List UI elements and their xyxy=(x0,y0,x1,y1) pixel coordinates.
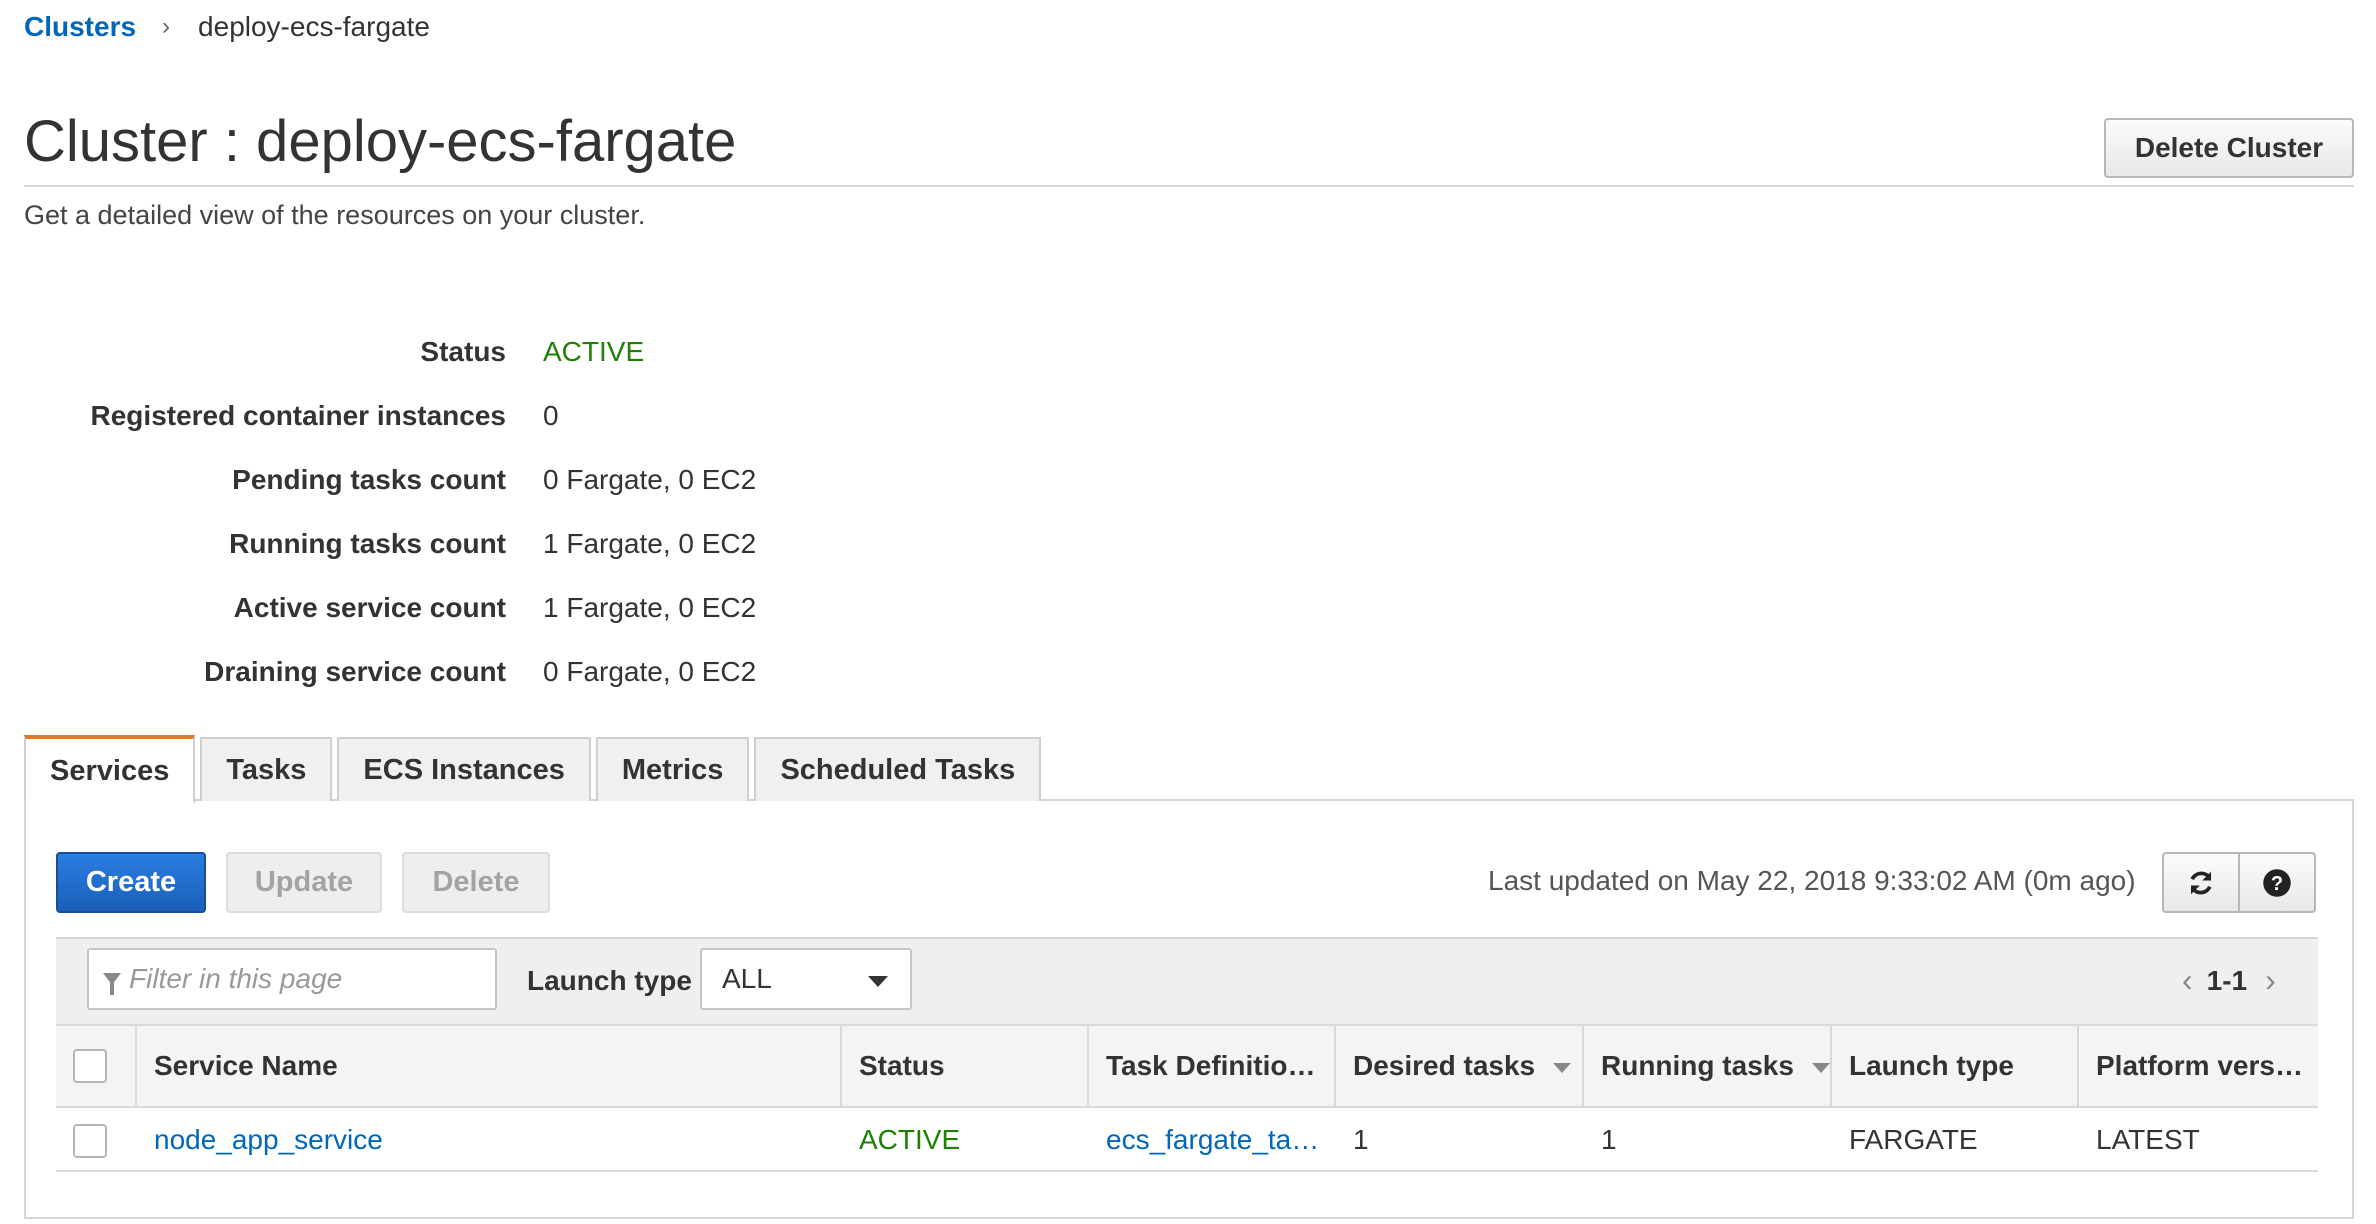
column-divider xyxy=(2077,1026,2079,1106)
page-title: Cluster : deploy-ecs-fargate xyxy=(24,109,737,174)
service-status: ACTIVE xyxy=(859,1124,961,1155)
breadcrumb-clusters-link[interactable]: Clusters xyxy=(24,11,136,43)
create-button[interactable]: Create xyxy=(56,852,206,913)
detail-value: 0 Fargate, 0 EC2 xyxy=(543,464,757,495)
header-launch-type[interactable]: Launch type xyxy=(1849,1024,2014,1108)
detail-row-draining-services: Draining service count 0 Fargate, 0 EC2 xyxy=(0,652,1000,692)
detail-value: 1 Fargate, 0 EC2 xyxy=(543,592,757,623)
cluster-tabs: Services Tasks ECS Instances Metrics Sch… xyxy=(24,735,1046,803)
detail-row-status: Status ACTIVE xyxy=(0,332,1000,372)
sort-down-icon xyxy=(1553,1063,1572,1073)
page-range: 1-1 xyxy=(2206,964,2248,996)
header-label: Running tasks xyxy=(1601,1050,1794,1081)
header-label: Desired tasks xyxy=(1353,1050,1536,1081)
update-button[interactable]: Update xyxy=(226,852,382,913)
column-divider xyxy=(1087,1026,1089,1106)
launch-type-select[interactable]: ALL xyxy=(700,948,912,1010)
detail-row-registered-instances: Registered container instances 0 xyxy=(0,396,1000,436)
detail-value: 0 xyxy=(543,400,559,431)
header-service-name[interactable]: Service Name xyxy=(154,1024,338,1108)
column-divider xyxy=(1582,1026,1584,1106)
breadcrumb: Clusters › deploy-ecs-fargate xyxy=(24,8,430,46)
row-checkbox[interactable] xyxy=(73,1124,107,1158)
refresh-button[interactable] xyxy=(2162,852,2240,913)
breadcrumb-current: deploy-ecs-fargate xyxy=(198,11,430,42)
platform-version-value: LATEST xyxy=(2096,1124,2200,1155)
last-updated-text: Last updated on May 22, 2018 9:33:02 AM … xyxy=(1488,865,2136,896)
column-divider xyxy=(1334,1026,1336,1106)
sort-down-icon xyxy=(1811,1063,1830,1073)
header-platform-version[interactable]: Platform vers… xyxy=(2096,1024,2303,1108)
tab-metrics[interactable]: Metrics xyxy=(595,737,750,801)
help-icon: ? xyxy=(2263,868,2291,897)
header-desired-tasks[interactable]: Desired tasks xyxy=(1353,1024,1572,1108)
detail-value: 0 Fargate, 0 EC2 xyxy=(543,656,757,687)
launch-type-label: Launch type xyxy=(527,965,692,996)
status-value: ACTIVE xyxy=(543,336,645,367)
chevron-right-icon[interactable]: › xyxy=(2265,962,2276,999)
detail-label: Pending tasks count xyxy=(232,464,506,495)
select-all-checkbox[interactable] xyxy=(73,1049,107,1083)
running-tasks-value: 1 xyxy=(1601,1124,1617,1155)
help-button[interactable]: ? xyxy=(2238,852,2316,913)
chevron-right-icon: › xyxy=(162,13,171,40)
page-subtitle: Get a detailed view of the resources on … xyxy=(24,200,646,230)
svg-text:?: ? xyxy=(2271,872,2283,894)
column-divider xyxy=(1830,1026,1832,1106)
task-definition-link[interactable]: ecs_fargate_ta… xyxy=(1106,1118,1319,1162)
tab-scheduled-tasks[interactable]: Scheduled Tasks xyxy=(754,737,1042,801)
tab-services[interactable]: Services xyxy=(24,735,196,803)
launch-type-value: FARGATE xyxy=(1849,1124,1978,1155)
filter-field[interactable] xyxy=(87,948,497,1010)
tab-ecs-instances[interactable]: ECS Instances xyxy=(337,737,591,801)
header-task-definition[interactable]: Task Definitio… xyxy=(1106,1024,1316,1108)
service-name-link[interactable]: node_app_service xyxy=(154,1118,383,1162)
pagination: ‹ 1-1 › xyxy=(2182,962,2276,999)
detail-label: Draining service count xyxy=(204,656,506,687)
caret-down-icon xyxy=(868,976,888,987)
detail-row-running-tasks: Running tasks count 1 Fargate, 0 EC2 xyxy=(0,524,1000,564)
row-divider xyxy=(56,1170,2318,1172)
detail-label: Active service count xyxy=(233,592,506,623)
column-divider xyxy=(135,1026,137,1106)
detail-label: Registered container instances xyxy=(90,400,506,431)
detail-row-pending-tasks: Pending tasks count 0 Fargate, 0 EC2 xyxy=(0,460,1000,500)
launch-type-value: ALL xyxy=(722,963,772,994)
header-running-tasks[interactable]: Running tasks xyxy=(1601,1024,1830,1108)
tab-tasks[interactable]: Tasks xyxy=(200,737,333,801)
delete-cluster-button[interactable]: Delete Cluster xyxy=(2104,118,2354,178)
detail-label: Running tasks count xyxy=(229,528,506,559)
filter-icon xyxy=(103,973,121,995)
filter-input[interactable] xyxy=(129,963,469,995)
title-divider xyxy=(24,185,2354,187)
detail-label: Status xyxy=(420,336,506,367)
refresh-icon xyxy=(2190,871,2212,894)
detail-value: 1 Fargate, 0 EC2 xyxy=(543,528,757,559)
detail-row-active-services: Active service count 1 Fargate, 0 EC2 xyxy=(0,588,1000,628)
column-divider xyxy=(840,1026,842,1106)
desired-tasks-value: 1 xyxy=(1353,1124,1369,1155)
header-status[interactable]: Status xyxy=(859,1024,945,1108)
delete-button[interactable]: Delete xyxy=(402,852,550,913)
chevron-left-icon[interactable]: ‹ xyxy=(2182,962,2193,999)
